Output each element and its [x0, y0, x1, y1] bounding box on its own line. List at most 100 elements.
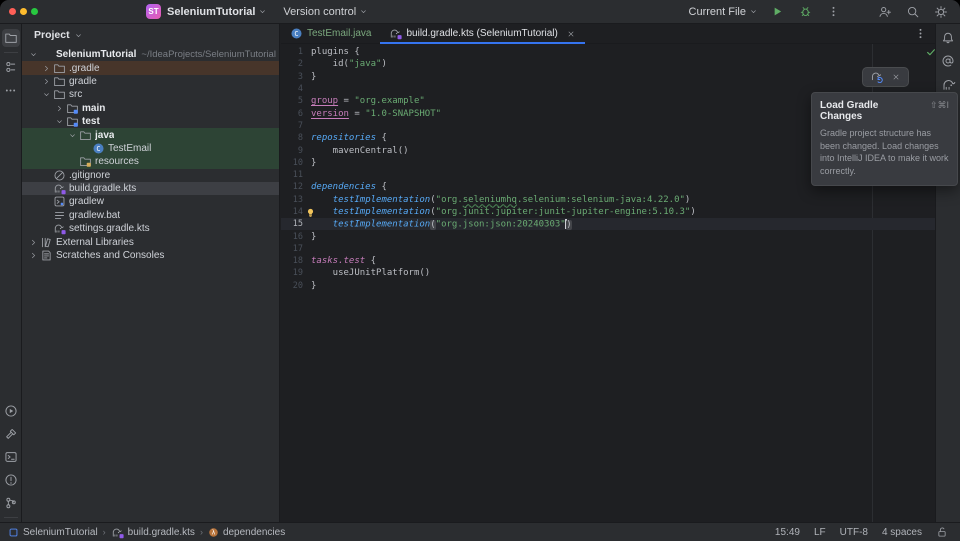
caret-position-widget[interactable]: 15:49 [775, 527, 800, 538]
chevron-down-icon[interactable] [74, 31, 83, 40]
tree-item-settings-gradle-kts[interactable]: settings.gradle.kts [22, 222, 279, 235]
svg-text:C: C [294, 30, 298, 38]
project-panel-title: Project [34, 29, 70, 41]
indent-widget[interactable]: 4 spaces [882, 527, 922, 538]
breadcrumb-dependencies[interactable]: λdependencies [208, 527, 285, 538]
code-text: testImplementation("org.junit.jupiter:ju… [311, 207, 696, 217]
tool-stripe-button-terminal[interactable] [2, 448, 20, 466]
code-line-14[interactable]: 14 testImplementation("org.junit.jupiter… [281, 206, 935, 218]
debug-button[interactable] [796, 3, 814, 21]
tool-stripe-button-gradle-elephant[interactable] [939, 75, 957, 93]
code-text: version = "1.0-SNAPSHOT" [311, 109, 441, 119]
chevron-down-icon[interactable] [41, 90, 52, 99]
settings-button[interactable] [932, 3, 950, 21]
tool-stripe-button-project-folder[interactable] [2, 29, 20, 47]
tool-stripe-button-problems[interactable] [2, 471, 20, 489]
code-text: mavenCentral() [311, 146, 409, 156]
breadcrumb-build-gradle-kts[interactable]: build.gradle.kts [111, 526, 195, 539]
editor-tab-build-gradle-kts-seleniumtutorial[interactable]: build.gradle.kts (SeleniumTutorial) [380, 24, 584, 43]
chevron-down-icon [258, 7, 267, 16]
tree-item-gradle[interactable]: gradle [22, 75, 279, 88]
tree-item-testemail[interactable]: CTestEmail [22, 142, 279, 155]
tool-stripe-button-commit[interactable] [2, 58, 20, 76]
tree-item-external-libraries[interactable]: External Libraries [22, 235, 279, 248]
code-line-17[interactable]: 17 [281, 243, 935, 255]
code-line-20[interactable]: 20} [281, 280, 935, 292]
load-gradle-changes-float [862, 67, 909, 87]
code-line-13[interactable]: 13 testImplementation("org.seleniumhq.se… [281, 194, 935, 206]
tree-item-src[interactable]: src [22, 88, 279, 101]
line-ending-widget[interactable]: LF [814, 527, 826, 538]
tree-item-scratches-and-consoles[interactable]: Scratches and Consoles [22, 249, 279, 262]
chevron-right-icon[interactable] [41, 77, 52, 86]
tree-item-label: .gitignore [69, 170, 110, 181]
code-with-me-button[interactable] [876, 3, 894, 21]
tool-stripe-button-run[interactable] [2, 402, 20, 420]
tree-item-java[interactable]: java [22, 128, 279, 141]
readonly-lock-icon[interactable] [936, 526, 948, 538]
tool-stripe-button-notifications-bell[interactable] [939, 29, 957, 47]
bug-icon [799, 5, 812, 18]
code-line-18[interactable]: 18tasks.test { [281, 255, 935, 267]
code-line-2[interactable]: 2 id("java") [281, 58, 935, 70]
code-line-1[interactable]: 1plugins { [281, 46, 935, 58]
zoom-window-button[interactable] [31, 8, 38, 15]
editor-options-button[interactable] [914, 24, 935, 43]
tree-item-gitignore[interactable]: .gitignore [22, 169, 279, 182]
chevron-down-icon[interactable] [28, 50, 39, 59]
tree-item-test[interactable]: test [22, 115, 279, 128]
chevron-right-icon[interactable] [41, 64, 52, 73]
tool-stripe-button-ai-assistant-at[interactable] [939, 52, 957, 70]
close-icon[interactable] [891, 72, 901, 82]
tooltip-title: Load Gradle Changes [820, 100, 922, 122]
line-number: 10 [281, 158, 311, 168]
chevron-down-icon[interactable] [67, 131, 78, 140]
minimize-window-button[interactable] [20, 8, 27, 15]
tree-item-build-gradle-kts[interactable]: build.gradle.kts [22, 182, 279, 195]
search-everywhere-button[interactable] [904, 3, 922, 21]
svg-text:C: C [96, 145, 100, 153]
more-horizontal-icon [4, 84, 17, 97]
project-menu[interactable]: SeleniumTutorial [167, 6, 267, 18]
version-branch-icon [4, 496, 18, 510]
tool-stripe-button-version-branch[interactable] [2, 494, 20, 512]
chevron-right-icon[interactable] [28, 251, 39, 260]
tree-item-gradlew-bat[interactable]: gradlew.bat [22, 209, 279, 222]
code-text: plugins { [311, 47, 360, 57]
tooltip-body: Gradle project structure has been change… [820, 127, 949, 177]
tree-item-main[interactable]: main [22, 102, 279, 115]
close-tab-icon[interactable] [566, 29, 576, 39]
encoding-widget[interactable]: UTF-8 [840, 527, 868, 538]
chevron-down-icon[interactable] [54, 117, 65, 126]
intention-bulb-icon[interactable] [305, 207, 316, 218]
gradle-sync-icon[interactable] [870, 70, 884, 84]
breadcrumb-seleniumtutorial[interactable]: SeleniumTutorial [8, 527, 98, 538]
chevron-right-icon[interactable] [28, 238, 39, 247]
tree-item-label: External Libraries [56, 237, 134, 248]
folder-source-icon [65, 115, 79, 128]
gradle-file-icon [52, 182, 66, 195]
chevron-right-icon[interactable] [54, 104, 65, 113]
tool-stripe-button-more-horizontal[interactable] [2, 81, 20, 99]
run-icon [4, 404, 18, 418]
version-control-menu[interactable]: Version control [283, 6, 368, 18]
line-number: 16 [281, 232, 311, 242]
line-number: 8 [281, 133, 311, 143]
status-bar: SeleniumTutorial›build.gradle.kts›λdepen… [0, 522, 960, 541]
code-line-3[interactable]: 3} [281, 71, 935, 83]
code-line-15[interactable]: 15 testImplementation("org.json:json:202… [281, 218, 935, 230]
run-button[interactable] [768, 3, 786, 21]
tree-item-gradle[interactable]: .gradle [22, 61, 279, 74]
tool-stripe-button-build-hammer[interactable] [2, 425, 20, 443]
tooltip-shortcut: ⇧⌘I [930, 100, 949, 111]
tree-item-resources[interactable]: resources [22, 155, 279, 168]
code-line-16[interactable]: 16} [281, 230, 935, 242]
more-run-actions-button[interactable] [824, 3, 842, 21]
close-window-button[interactable] [9, 8, 16, 15]
editor-tab-testemail-java[interactable]: CTestEmail.java [281, 24, 380, 43]
tree-item-seleniumtutorial[interactable]: SeleniumTutorial~/IdeaProjects/SeleniumT… [22, 48, 279, 61]
code-line-19[interactable]: 19 useJUnitPlatform() [281, 267, 935, 279]
run-configuration-selector[interactable]: Current File [689, 6, 758, 18]
tree-item-gradlew[interactable]: gradlew [22, 195, 279, 208]
folder-icon [52, 88, 66, 101]
